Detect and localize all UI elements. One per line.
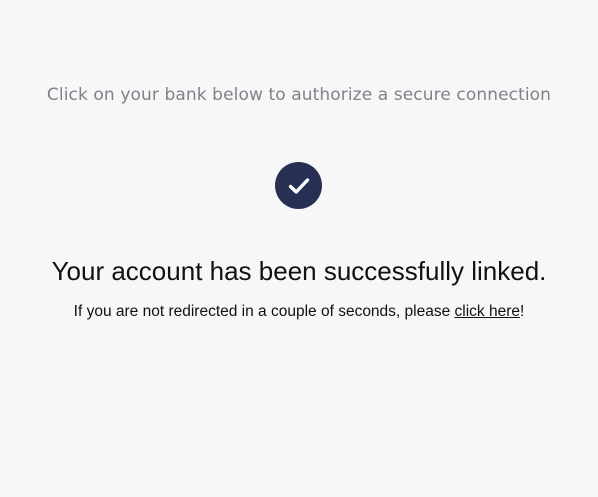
click-here-link[interactable]: click here [455, 303, 520, 320]
redirect-note-text: If you are not redirected in a couple of… [73, 303, 455, 320]
check-icon [288, 177, 309, 194]
redirect-note: If you are not redirected in a couple of… [0, 302, 598, 322]
success-headline: Your account has been successfully linke… [51, 256, 547, 286]
redirect-note-suffix: ! [520, 303, 525, 320]
bank-instruction-text: Click on your bank below to authorize a … [46, 85, 552, 105]
success-check-badge [275, 162, 322, 209]
